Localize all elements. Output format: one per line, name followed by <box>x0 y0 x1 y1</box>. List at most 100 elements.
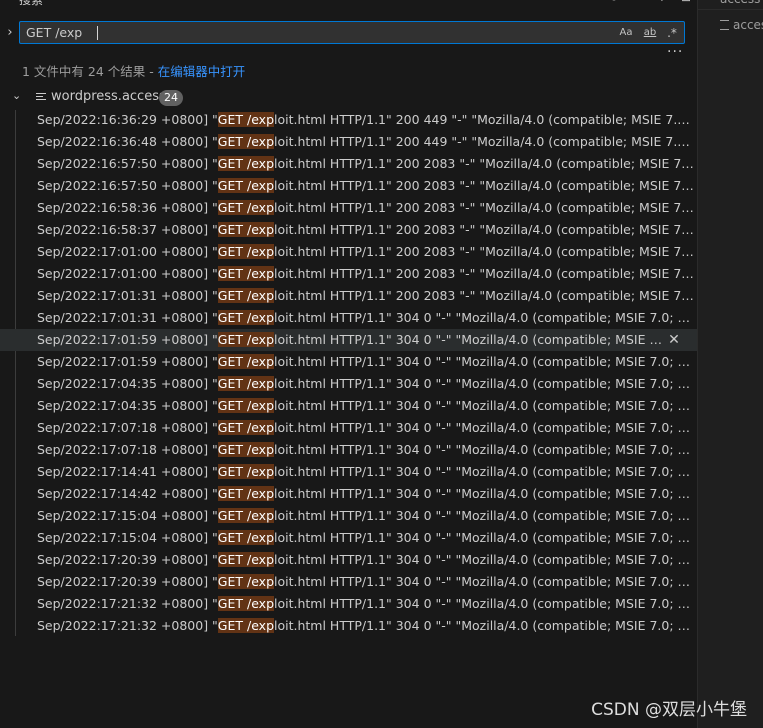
result-row[interactable]: Sep/2022:17:01:59 +0800] "GET /exploit.h… <box>0 329 697 351</box>
result-suffix: loit.html HTTP/1.1" 304 0 "-" "Mozilla/4… <box>274 354 697 369</box>
match-highlight: GET /exp <box>217 486 275 501</box>
result-prefix: Sep/2022:16:58:36 +0800] " <box>37 200 218 215</box>
refresh-icon[interactable]: ↻ <box>609 0 619 4</box>
result-row[interactable]: Sep/2022:16:36:29 +0800] "GET /exploit.h… <box>0 109 697 131</box>
result-row[interactable]: Sep/2022:16:36:48 +0800] "GET /exploit.h… <box>0 131 697 153</box>
result-line-text: Sep/2022:17:15:04 +0800] "GET /exploit.h… <box>37 527 697 549</box>
result-row[interactable]: Sep/2022:17:01:31 +0800] "GET /exploit.h… <box>0 285 697 307</box>
result-suffix: loit.html HTTP/1.1" 304 0 "-" "Mozilla/4… <box>274 332 662 347</box>
toggle-replace-chevron-icon[interactable]: › <box>4 25 16 41</box>
whole-word-icon[interactable]: ab <box>641 25 659 41</box>
result-suffix: loit.html HTTP/1.1" 304 0 "-" "Mozilla/4… <box>274 530 697 545</box>
summary-text: 1 文件中有 24 个结果 - <box>22 64 158 79</box>
chevron-down-icon[interactable]: ⌄ <box>12 89 21 102</box>
collapse-all-icon[interactable]: ⊟ <box>681 0 691 4</box>
result-row[interactable]: Sep/2022:16:58:37 +0800] "GET /exploit.h… <box>0 219 697 241</box>
result-prefix: Sep/2022:17:01:59 +0800] " <box>37 354 218 369</box>
result-line-text: Sep/2022:17:21:32 +0800] "GET /exploit.h… <box>37 615 697 637</box>
match-highlight: GET /exp <box>217 288 275 303</box>
search-box[interactable]: Aa ab .* <box>19 21 685 44</box>
result-line-text: Sep/2022:17:07:18 +0800] "GET /exploit.h… <box>37 417 697 439</box>
result-prefix: Sep/2022:17:01:31 +0800] " <box>37 310 218 325</box>
match-highlight: GET /exp <box>217 508 275 523</box>
more-options-icon[interactable]: ··· <box>667 44 683 60</box>
result-row[interactable]: Sep/2022:16:57:50 +0800] "GET /exploit.h… <box>0 153 697 175</box>
outline-item[interactable]: access <box>720 18 763 32</box>
result-prefix: Sep/2022:17:04:35 +0800] " <box>37 376 218 391</box>
result-prefix: Sep/2022:17:01:00 +0800] " <box>37 266 218 281</box>
result-line-text: Sep/2022:17:01:59 +0800] "GET /exploit.h… <box>37 351 697 373</box>
regex-icon[interactable]: .* <box>664 25 680 41</box>
result-row[interactable]: Sep/2022:16:58:36 +0800] "GET /exploit.h… <box>0 197 697 219</box>
match-highlight: GET /exp <box>217 420 275 435</box>
result-prefix: Sep/2022:17:20:39 +0800] " <box>37 574 218 589</box>
result-prefix: Sep/2022:17:07:18 +0800] " <box>37 420 218 435</box>
dismiss-result-icon[interactable]: ✕ <box>666 329 682 351</box>
result-row[interactable]: Sep/2022:17:01:00 +0800] "GET /exploit.h… <box>0 241 697 263</box>
match-highlight: GET /exp <box>217 244 275 259</box>
result-line-text: Sep/2022:17:07:18 +0800] "GET /exploit.h… <box>37 439 697 461</box>
result-row[interactable]: Sep/2022:17:01:59 +0800] "GET /exploit.h… <box>0 351 697 373</box>
result-prefix: Sep/2022:16:36:29 +0800] " <box>37 112 218 127</box>
result-suffix: loit.html HTTP/1.1" 304 0 "-" "Mozilla/4… <box>274 376 697 391</box>
result-row[interactable]: Sep/2022:17:07:18 +0800] "GET /exploit.h… <box>0 439 697 461</box>
match-count-badge: 24 <box>159 90 183 106</box>
clear-results-icon[interactable]: ≡ <box>633 0 643 4</box>
match-highlight: GET /exp <box>217 222 275 237</box>
result-suffix: loit.html HTTP/1.1" 200 449 "-" "Mozilla… <box>274 112 697 127</box>
result-suffix: loit.html HTTP/1.1" 304 0 "-" "Mozilla/4… <box>274 574 697 589</box>
match-highlight: GET /exp <box>217 134 275 149</box>
result-row[interactable]: Sep/2022:17:21:32 +0800] "GET /exploit.h… <box>0 615 697 637</box>
match-highlight: GET /exp <box>217 464 275 479</box>
result-line-text: Sep/2022:16:36:29 +0800] "GET /exploit.h… <box>37 109 697 131</box>
result-line-text: Sep/2022:17:04:35 +0800] "GET /exploit.h… <box>37 373 697 395</box>
result-line-text: Sep/2022:17:15:04 +0800] "GET /exploit.h… <box>37 505 697 527</box>
outline-item-label: access <box>733 18 763 32</box>
result-row[interactable]: Sep/2022:17:15:04 +0800] "GET /exploit.h… <box>0 527 697 549</box>
match-highlight: GET /exp <box>217 266 275 281</box>
result-row[interactable]: Sep/2022:17:01:31 +0800] "GET /exploit.h… <box>0 307 697 329</box>
result-suffix: loit.html HTTP/1.1" 200 2083 "-" "Mozill… <box>274 178 697 193</box>
match-highlight: GET /exp <box>217 376 275 391</box>
result-prefix: Sep/2022:17:04:35 +0800] " <box>37 398 218 413</box>
result-row[interactable]: Sep/2022:17:21:32 +0800] "GET /exploit.h… <box>0 593 697 615</box>
result-prefix: Sep/2022:17:15:04 +0800] " <box>37 530 218 545</box>
result-row[interactable]: Sep/2022:17:15:04 +0800] "GET /exploit.h… <box>0 505 697 527</box>
result-row[interactable]: Sep/2022:16:57:50 +0800] "GET /exploit.h… <box>0 175 697 197</box>
result-prefix: Sep/2022:16:58:37 +0800] " <box>37 222 218 237</box>
result-prefix: Sep/2022:17:14:41 +0800] " <box>37 464 218 479</box>
result-row[interactable]: Sep/2022:17:01:00 +0800] "GET /exploit.h… <box>0 263 697 285</box>
new-search-editor-icon[interactable]: + <box>657 0 667 4</box>
result-suffix: loit.html HTTP/1.1" 200 449 "-" "Mozilla… <box>274 134 697 149</box>
result-line-text: Sep/2022:17:01:59 +0800] "GET /exploit.h… <box>37 329 662 351</box>
search-input[interactable] <box>26 24 616 41</box>
match-highlight: GET /exp <box>217 332 275 347</box>
result-suffix: loit.html HTTP/1.1" 304 0 "-" "Mozilla/4… <box>274 486 697 501</box>
result-row[interactable]: Sep/2022:17:07:18 +0800] "GET /exploit.h… <box>0 417 697 439</box>
result-prefix: Sep/2022:17:21:32 +0800] " <box>37 618 218 633</box>
result-row[interactable]: Sep/2022:17:04:35 +0800] "GET /exploit.h… <box>0 395 697 417</box>
match-case-icon[interactable]: Aa <box>618 25 634 41</box>
result-prefix: Sep/2022:16:36:48 +0800] " <box>37 134 218 149</box>
result-line-text: Sep/2022:17:14:41 +0800] "GET /exploit.h… <box>37 461 697 483</box>
result-row[interactable]: Sep/2022:17:20:39 +0800] "GET /exploit.h… <box>0 549 697 571</box>
file-icon <box>720 20 729 30</box>
editor-tab[interactable]: access <box>698 0 763 10</box>
result-suffix: loit.html HTTP/1.1" 200 2083 "-" "Mozill… <box>274 244 697 259</box>
result-row[interactable]: Sep/2022:17:14:41 +0800] "GET /exploit.h… <box>0 461 697 483</box>
result-suffix: loit.html HTTP/1.1" 200 2083 "-" "Mozill… <box>274 266 697 281</box>
result-row[interactable]: Sep/2022:17:04:35 +0800] "GET /exploit.h… <box>0 373 697 395</box>
open-in-editor-link[interactable]: 在编辑器中打开 <box>158 64 246 79</box>
result-prefix: Sep/2022:17:07:18 +0800] " <box>37 442 218 457</box>
result-row[interactable]: Sep/2022:17:20:39 +0800] "GET /exploit.h… <box>0 571 697 593</box>
result-prefix: Sep/2022:16:57:50 +0800] " <box>37 156 218 171</box>
file-match-header[interactable]: ⌄ wordpress.access 24 <box>0 88 697 108</box>
result-suffix: loit.html HTTP/1.1" 304 0 "-" "Mozilla/4… <box>274 420 697 435</box>
result-prefix: Sep/2022:17:14:42 +0800] " <box>37 486 218 501</box>
result-row[interactable]: Sep/2022:17:14:42 +0800] "GET /exploit.h… <box>0 483 697 505</box>
result-suffix: loit.html HTTP/1.1" 304 0 "-" "Mozilla/4… <box>274 442 697 457</box>
match-highlight: GET /exp <box>217 530 275 545</box>
match-highlight: GET /exp <box>217 310 275 325</box>
result-suffix: loit.html HTTP/1.1" 304 0 "-" "Mozilla/4… <box>274 310 697 325</box>
result-suffix: loit.html HTTP/1.1" 200 2083 "-" "Mozill… <box>274 222 697 237</box>
